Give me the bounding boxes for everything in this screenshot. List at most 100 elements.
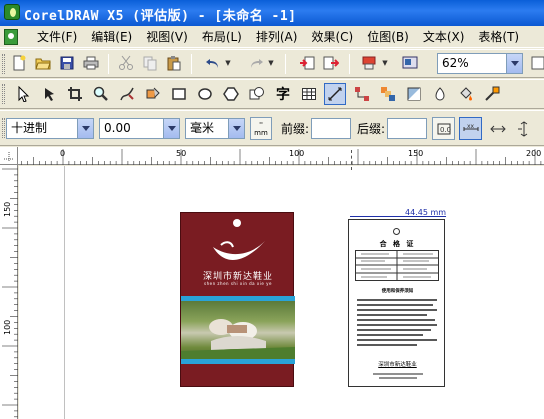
polygon-tool-icon[interactable]: [221, 84, 241, 104]
dynamic-dimensioning-icon[interactable]: 0.0: [432, 117, 455, 140]
menu-effects[interactable]: 效果(C): [304, 29, 360, 45]
basic-shapes-icon[interactable]: [247, 84, 267, 104]
menu-table[interactable]: 表格(T): [471, 29, 526, 45]
vertical-dimension-icon[interactable]: [512, 117, 535, 140]
dimension-tool-icon[interactable]: [324, 83, 346, 105]
svg-text:0.0: 0.0: [440, 126, 451, 134]
horizontal-ruler[interactable]: 0 50 100 150 200: [0, 147, 544, 165]
prefix-label: 前缀:: [281, 122, 310, 136]
toolbox-grip[interactable]: [2, 84, 5, 104]
menu-bitmaps[interactable]: 位图(B): [360, 29, 416, 45]
certificate-instructions-heading: 使用和保养须知: [381, 289, 414, 294]
hangtag-photo-illustration: [181, 319, 295, 359]
shape-tool-icon[interactable]: [40, 84, 60, 104]
blend-tool-icon[interactable]: [378, 84, 398, 104]
certificate-hole: [393, 228, 400, 235]
zoom-level-select[interactable]: 62%: [437, 53, 523, 74]
page-guide-line: [64, 166, 65, 419]
coreldraw-app-icon[interactable]: [4, 4, 20, 20]
smart-fill-tool-icon[interactable]: [143, 84, 163, 104]
connector-tool-icon[interactable]: [352, 84, 372, 104]
dimension-label[interactable]: 44.45 mm: [405, 208, 446, 217]
menu-layout[interactable]: 布局(L): [195, 29, 249, 45]
ellipse-tool-icon[interactable]: [195, 84, 215, 104]
welcome-screen-icon[interactable]: [400, 53, 420, 73]
application-launcher-icon[interactable]: [359, 53, 379, 73]
print-icon[interactable]: [81, 53, 101, 73]
hangtag-company-pinyin: shen zhen shi xin da xie ye: [204, 281, 272, 286]
copy-icon[interactable]: [140, 53, 160, 73]
suffix-input[interactable]: [387, 118, 427, 139]
zoom-level-value: 62%: [442, 56, 469, 70]
dimension-units-value: 毫米: [190, 121, 215, 135]
redo-dropdown-icon[interactable]: ▼: [267, 53, 275, 73]
crop-tool-icon[interactable]: [65, 84, 85, 104]
new-icon[interactable]: [9, 53, 29, 73]
zoom-dropdown-icon[interactable]: [506, 54, 522, 73]
eyedropper-tool-icon[interactable]: [430, 84, 450, 104]
paste-icon[interactable]: [164, 53, 184, 73]
cut-icon[interactable]: [116, 53, 136, 73]
document-icon[interactable]: [4, 29, 18, 45]
zoom-extra-icon[interactable]: [528, 53, 544, 73]
certificate-artwork[interactable]: 合 格 证 使用和保养须知 深圳市新达鞋业: [348, 219, 445, 387]
standard-toolbar: ▼ ▼ ▼ 62%: [0, 49, 544, 78]
import-icon[interactable]: [297, 53, 317, 73]
extension-line-icon[interactable]: [486, 117, 509, 140]
property-bar: 十进制 0.00 毫米 '' mm 前缀: 后缀: 0.0 xx: [0, 110, 544, 146]
toolbox-toolbar: 字: [0, 79, 544, 109]
vertical-ruler[interactable]: 150 100: [0, 165, 18, 419]
menu-arrange[interactable]: 排列(A): [249, 29, 305, 45]
prefix-input[interactable]: [311, 118, 351, 139]
table-tool-icon[interactable]: [299, 84, 319, 104]
certificate-footer-lines: [373, 373, 423, 379]
certificate-title: 合 格 证: [379, 240, 416, 248]
hangtag-bottom-stripe: [181, 359, 295, 364]
redo-icon[interactable]: [246, 53, 266, 73]
launcher-dropdown-icon[interactable]: ▼: [381, 53, 389, 73]
open-icon[interactable]: [33, 53, 53, 73]
hangtag-photo: [181, 301, 295, 359]
dimension-precision-dropdown-icon[interactable]: [163, 119, 179, 138]
suffix-label: 后缀:: [357, 122, 386, 136]
dimension-style-select[interactable]: 十进制: [6, 118, 94, 139]
hangtag-hole: [233, 219, 241, 227]
show-units-toggle-icon[interactable]: '' mm: [250, 117, 272, 140]
menu-view[interactable]: 视图(V): [139, 29, 195, 45]
menu-file[interactable]: 文件(F): [30, 29, 84, 45]
hangtag-logo-swoosh-icon: [213, 241, 265, 260]
text-tool-icon[interactable]: 字: [273, 84, 293, 104]
dimension-style-dropdown-icon[interactable]: [77, 119, 93, 138]
title-bar: CorelDRAW X5 (评估版) - [未命名 -1]: [0, 0, 544, 26]
transparency-tool-icon[interactable]: [404, 84, 424, 104]
svg-text:xx: xx: [467, 123, 475, 130]
interactive-fill-icon[interactable]: [482, 84, 502, 104]
property-bar-grip[interactable]: [2, 118, 5, 138]
dimension-units-dropdown-icon[interactable]: [228, 119, 244, 138]
page-edge-marker: [351, 150, 352, 170]
zoom-tool-icon[interactable]: [91, 84, 111, 104]
undo-dropdown-icon[interactable]: ▼: [224, 53, 232, 73]
dimension-style-value: 十进制: [11, 121, 48, 135]
freehand-tool-icon[interactable]: [117, 84, 137, 104]
save-icon[interactable]: [57, 53, 77, 73]
fill-tool-icon[interactable]: [456, 84, 476, 104]
text-position-icon[interactable]: xx: [459, 117, 482, 140]
menu-edit[interactable]: 编辑(E): [84, 29, 139, 45]
undo-icon[interactable]: [203, 53, 223, 73]
dimension-precision-select[interactable]: 0.00: [99, 118, 180, 139]
menu-list: 文件(F) 编辑(E) 视图(V) 布局(L) 排列(A) 效果(C) 位图(B…: [30, 29, 526, 45]
certificate-instructions-text: [357, 299, 437, 346]
menu-text[interactable]: 文本(X): [416, 29, 472, 45]
hangtag-artwork[interactable]: 深圳市新达鞋业 shen zhen shi xin da xie ye: [180, 212, 295, 387]
toolbar-grip[interactable]: [2, 54, 5, 74]
window-title: CorelDRAW X5 (评估版) - [未命名 -1]: [24, 9, 297, 24]
vertical-ruler-ticks: [2, 168, 18, 418]
pick-tool-icon[interactable]: [13, 84, 33, 104]
ruler-origin-corner[interactable]: [0, 147, 18, 165]
dimension-units-select[interactable]: 毫米: [185, 118, 245, 139]
dimension-precision-value: 0.00: [104, 121, 131, 135]
rectangle-tool-icon[interactable]: [169, 84, 189, 104]
menu-bar: 文件(F) 编辑(E) 视图(V) 布局(L) 排列(A) 效果(C) 位图(B…: [0, 26, 544, 48]
export-icon[interactable]: [321, 53, 341, 73]
